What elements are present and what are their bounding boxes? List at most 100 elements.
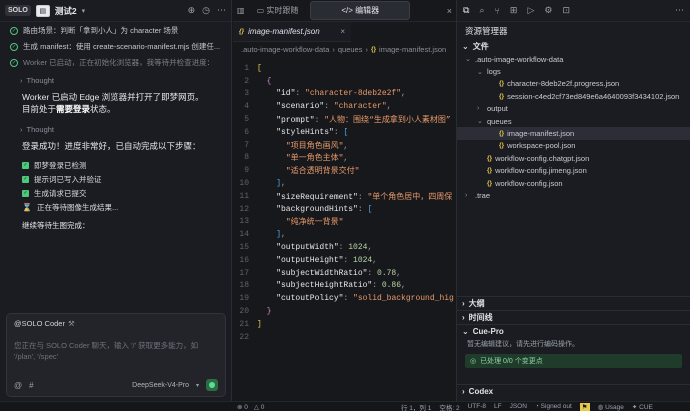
section-codex[interactable]: › Codex	[457, 385, 690, 398]
sidebar-toggle-icon[interactable]: ▤	[35, 4, 50, 17]
code-text: "纯净统一背景"	[285, 218, 344, 228]
code-line[interactable]: 4 "scenario": "character",	[233, 100, 456, 113]
code-line[interactable]: 6 "styleHints": [	[233, 126, 456, 139]
code-line[interactable]: 21]	[233, 318, 456, 331]
tab-live-follow[interactable]: ▭ 实时跟随	[251, 2, 305, 19]
warning-count[interactable]: △ 0	[254, 403, 264, 411]
code-line[interactable]: 20 }	[233, 305, 456, 318]
chevron-down-icon[interactable]: ▾	[196, 382, 199, 389]
tree-file[interactable]: {} session-c4ed2cf73ed849e6a4640093f34341…	[457, 90, 690, 102]
tree-file[interactable]: {} workflow-config.jimeng.json	[457, 165, 690, 177]
code-line[interactable]: 7 "项目角色画风",	[233, 139, 456, 152]
code-line[interactable]: 5 "prompt": "人物：围绕“生成拿到小人素材图”	[233, 113, 456, 126]
code-text: ],	[276, 179, 286, 189]
tree-folder[interactable]: ⌄ queues	[457, 115, 690, 127]
solo-badge[interactable]: SOLO	[5, 5, 31, 16]
hash-icon[interactable]: #	[29, 381, 33, 390]
usage-status[interactable]: ◍ Usage	[598, 403, 624, 411]
tab-editor[interactable]: </> 编辑器	[310, 1, 411, 20]
chat-title[interactable]: 测试2	[55, 5, 77, 17]
chat-input-box[interactable]: @SOLO Coder ⚒ 您正在与 SOLO Coder 聊天，输入 '/' …	[6, 313, 226, 397]
tree-item-label: workflow-config.jimeng.json	[495, 166, 587, 176]
encoding[interactable]: UTF-8	[468, 403, 486, 410]
section-files[interactable]: ⌄ 文件	[457, 40, 690, 53]
notification-icon[interactable]: ⚑	[579, 402, 590, 411]
code-text: "适合透明背景交付"	[285, 167, 360, 177]
tree-file[interactable]: {} workflow-config.chatgpt.json	[457, 152, 690, 164]
code-line[interactable]: 13 "纯净统一背景"	[233, 216, 456, 229]
code-line[interactable]: 2 {	[233, 75, 456, 88]
code-line[interactable]: 1[	[233, 62, 456, 75]
search-icon[interactable]: ⌕	[479, 5, 484, 16]
run-icon[interactable]: ▷	[527, 5, 534, 16]
breadcrumb: .auto-image-workflow-data › queues › {} im…	[241, 44, 447, 54]
tree-item-label: workflow-config.json	[495, 178, 563, 188]
line-number: 12	[239, 204, 249, 214]
code-line[interactable]: 18 "subjectHeightRatio": 0.86,	[233, 280, 456, 293]
tree-folder[interactable]: ⌄ logs	[457, 65, 690, 77]
checkbox-checked-icon: ✓	[22, 189, 29, 197]
more-icon[interactable]: ⋯	[217, 5, 226, 16]
close-icon[interactable]: ×	[447, 6, 452, 16]
settings-icon[interactable]: ⚙	[544, 5, 552, 16]
files-icon[interactable]: ⧉	[463, 5, 469, 16]
tree-folder[interactable]: › .trae	[457, 189, 690, 201]
code-text: "id": "character-8deb2e2f",	[276, 89, 406, 99]
tree-file[interactable]: {} workspace-pool.json	[457, 140, 690, 152]
language-mode[interactable]: JSON	[510, 403, 527, 410]
cue-status[interactable]: ✦ CUE	[632, 403, 653, 411]
tree-file[interactable]: {} workflow-config.json	[457, 177, 690, 189]
code-line[interactable]: 19 "cutoutPolicy": "solid_background_hig	[233, 292, 456, 305]
code-line[interactable]: 12 "backgroundHints": [	[233, 203, 456, 216]
section-outline[interactable]: › 大纲	[457, 297, 690, 310]
tree-file[interactable]: {} character-8deb2e2f.progress.json	[457, 78, 690, 90]
at-mention-icon[interactable]: @	[14, 381, 22, 390]
code-text: "outputWidth": 1024,	[276, 243, 373, 253]
code-line[interactable]: 3 "id": "character-8deb2e2f",	[233, 88, 456, 101]
cursor-position[interactable]: 行 1，列 1	[401, 402, 431, 411]
account-status[interactable]: ◔ Signed out	[535, 403, 572, 410]
code-line[interactable]: 22	[233, 331, 456, 344]
section-timeline[interactable]: › 时间线	[457, 311, 690, 324]
chat-topbar: SOLO ▤ 测试2 ▾ ⊕ ◷ ⋯	[0, 0, 231, 22]
close-tab-icon[interactable]: ×	[340, 27, 345, 36]
code-line[interactable]: 15 "outputWidth": 1024,	[233, 241, 456, 254]
tree-folder[interactable]: ⌄ .auto-image-workflow-data	[457, 53, 690, 65]
chevron-down-icon[interactable]: ▾	[82, 7, 86, 15]
chat-input[interactable]: 您正在与 SOLO Coder 聊天，输入 '/' 获取更多能力，如 '/pla…	[7, 328, 225, 362]
history-icon[interactable]: ◷	[202, 5, 210, 16]
tree-file[interactable]: {} image-manifest.json	[457, 127, 690, 140]
hourglass-icon: ⌛	[22, 202, 32, 212]
line-ending[interactable]: LF	[494, 403, 502, 410]
json-file-icon: {}	[370, 45, 377, 53]
agent-selector[interactable]: @SOLO Coder ⚒	[7, 314, 225, 328]
new-chat-icon[interactable]: ⊕	[188, 5, 196, 16]
code-line[interactable]: 9 "适合透明背景交付"	[233, 164, 456, 177]
tree-item-label: logs	[487, 67, 501, 77]
code-line[interactable]: 14 ],	[233, 228, 456, 241]
error-count[interactable]: ⊗ 0	[237, 403, 248, 411]
more-icon[interactable]: ⋯	[675, 5, 684, 16]
code-text: "cutoutPolicy": "solid_background_hig	[276, 294, 454, 304]
model-selector[interactable]: DeepSeek-V4-Pro	[132, 382, 189, 389]
file-tab[interactable]: {} image-manifest.json ×	[233, 22, 351, 42]
code-area[interactable]: 1[2 {3 "id": "character-8deb2e2f", 4 "sce…	[233, 62, 456, 352]
panel-toggle-icon[interactable]: ▥	[237, 6, 245, 15]
message-paragraph: Worker 已启动 Edge 浏览器并打开了即梦网页。目前处于需要登录状态。	[22, 92, 204, 114]
code-text: "单一角色主体",	[285, 154, 349, 164]
extensions-icon[interactable]: ⊞	[510, 5, 518, 16]
code-line[interactable]: 8 "单一角色主体",	[233, 152, 456, 165]
thought-toggle[interactable]: › Thought	[0, 76, 231, 85]
thought-toggle[interactable]: › Thought	[0, 125, 231, 134]
code-line[interactable]: 10 ],	[233, 177, 456, 190]
send-button[interactable]	[206, 379, 218, 391]
code-line[interactable]: 16 "outputHeight": 1024,	[233, 254, 456, 267]
source-control-icon[interactable]: ⑂	[494, 6, 499, 16]
section-cue-pro[interactable]: ⌄ Cue-Pro	[457, 325, 690, 338]
line-number: 13	[239, 217, 249, 227]
tree-folder[interactable]: › output	[457, 103, 690, 115]
indentation[interactable]: 空格: 2	[439, 402, 459, 411]
bookmark-icon[interactable]: ⊡	[562, 5, 570, 16]
code-line[interactable]: 17 "subjectWidthRatio": 0.78,	[233, 267, 456, 280]
code-line[interactable]: 11 "sizeRequirement": "单个角色居中，四周保	[233, 190, 456, 203]
